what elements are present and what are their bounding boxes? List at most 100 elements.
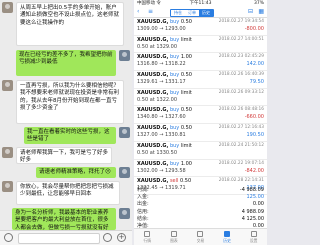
contact-avatar[interactable] <box>2 80 13 91</box>
quotes-icon <box>144 231 151 237</box>
deal-side: buy <box>169 160 180 167</box>
deal-price: 1309.00 → 1293.00 <box>137 26 186 32</box>
deal-price: 1327.00 → 1330.81 <box>137 132 186 139</box>
deal-row[interactable]: XAUUSD.G, buy 1.00 1302.00 → 1293.58 2018.… <box>134 160 267 178</box>
deal-row[interactable]: XAUUSD.G, buy 0.50 1309.00 → 1293.00 2018.… <box>134 18 267 36</box>
deal-profit: -842.00 <box>244 167 264 174</box>
deal-symbol: XAUUSD.G, buy 0.50 <box>137 107 192 113</box>
summary-row: 结余: 4 125.00 <box>134 216 267 223</box>
deal-row[interactable]: XAUUSD.G, buy limit 0.50 at 1329.00 2018.0… <box>134 36 267 54</box>
symbol-name: XAUUSD.G, <box>137 54 169 61</box>
chat-message-row: 从周五早上把出0.5手的多单开始，账户通知止损做空也不设止损点位，这老师就要这么… <box>0 2 132 46</box>
deal-lots: limit <box>180 36 192 43</box>
deal-price: 1316.80 → 1318.22 <box>137 61 186 68</box>
contact-avatar[interactable] <box>2 2 13 13</box>
deal-symbol: XAUUSD.G, sell 0.50 <box>137 178 191 184</box>
segment-0[interactable]: 持仓 <box>171 10 185 16</box>
tab-trade[interactable]: 交易 <box>187 229 214 245</box>
segment-2[interactable]: 历史 <box>199 10 213 16</box>
tab-settings[interactable]: 设置 <box>240 229 267 245</box>
deal-price: 0.50 at 1329.00 <box>137 43 178 50</box>
deal-row[interactable]: XAUUSD.G, buy 0.50 1327.00 → 1330.81 2018.… <box>134 124 267 142</box>
deal-lots: 0.50 <box>180 125 192 132</box>
chat-input-bar: + <box>0 230 132 245</box>
nav-bar: ‹ ≡ 持仓 订单 历史 ⊟ ▦ <box>134 7 267 18</box>
calendar-icon[interactable]: ▦ <box>258 8 264 16</box>
deal-date: 2018.02.27 14:00:51 <box>218 36 264 42</box>
deal-side: sell <box>169 178 179 185</box>
tab-quotes[interactable]: 行情 <box>134 229 161 245</box>
deal-symbol: XAUUSD.G, buy limit <box>137 143 192 149</box>
deal-symbol: XAUUSD.G, buy 1.00 <box>137 161 192 167</box>
summary-value: -4 988.09 <box>239 187 264 193</box>
tab-chart[interactable]: 图表 <box>161 229 188 245</box>
symbol-name: XAUUSD.G, <box>137 125 169 132</box>
deal-row[interactable]: XAUUSD.G, buy 0.50 1329.61 → 1331.17 2018.… <box>134 71 267 89</box>
deal-date: 2018.02.26 09:33:12 <box>218 89 264 95</box>
deal-symbol: XAUUSD.G, buy 0.50 <box>137 72 192 78</box>
trade-icon <box>197 231 204 237</box>
chat-message-row: 现在已经亏的差不多了，我希望把你前亏损减少到最低 <box>0 50 132 76</box>
deal-profit: 79.50 <box>249 79 264 86</box>
chart-icon <box>170 231 177 237</box>
deal-lots: 0.50 <box>180 72 192 79</box>
menu-icon[interactable]: ≡ <box>148 8 153 16</box>
voice-icon[interactable] <box>4 233 13 242</box>
received-message-bubble: 一直再亏损，所以我为什么要相信他呢？我不想要来老师就说现在投资是非常有利的，我从… <box>16 80 124 124</box>
symbol-name: XAUUSD.G, <box>137 36 169 43</box>
deal-side: buy <box>169 142 180 149</box>
deal-row[interactable]: XAUUSD.G, buy 1.00 1316.80 → 1318.22 2018.… <box>134 53 267 72</box>
summary-label: 信用: <box>137 208 149 215</box>
deal-price: 1340.80 → 1327.60 <box>137 114 186 121</box>
deal-date: 2018.02.23 02:45:29 <box>218 54 264 60</box>
symbol-name: XAUUSD.G, <box>137 178 169 185</box>
filter-icon[interactable]: ⊟ <box>248 8 253 16</box>
summary-row: 信用: 4 988.09 <box>134 209 267 216</box>
symbol-name: XAUUSD.G, <box>137 89 169 96</box>
deal-price: 1329.61 → 1331.17 <box>137 79 186 86</box>
deal-row[interactable]: XAUUSD.G, buy limit 0.50 at 1330.50 2018.0… <box>134 142 267 160</box>
plus-icon[interactable]: + <box>117 233 126 242</box>
sent-message-bubble: 请速老师精准策略，拜托了😣 <box>36 167 116 178</box>
deal-row[interactable]: XAUUSD.G, buy limit 0.50 at 1322.00 2018.0… <box>134 89 267 107</box>
back-icon[interactable]: ‹ <box>137 8 139 16</box>
account-summary: 利润: -4 988.09 入金: 125.00 出金: 0.00 信用: 4 988.09 结… <box>134 187 267 230</box>
received-message-bubble: 你放心，我会尽量帮你把把您把亏损减少到最低，让您能够早日回本 <box>16 181 120 205</box>
deal-symbol: XAUUSD.G, buy limit <box>137 37 192 43</box>
tab-label: 交易 <box>196 238 205 243</box>
status-bar: 中国移动 令 下午11:43 37% <box>134 0 267 7</box>
emoji-icon[interactable] <box>103 233 112 242</box>
segment-1[interactable]: 订单 <box>185 10 199 16</box>
deal-lots: 1.00 <box>180 160 192 167</box>
tab-label: 设置 <box>249 238 258 243</box>
deal-date: 2018.02.22 19:07:14 <box>218 160 264 166</box>
deal-lots: 0.50 <box>180 178 192 185</box>
summary-value: 0.00 <box>252 201 264 208</box>
deal-profit: -800.00 <box>244 26 264 32</box>
battery-level: 37% <box>253 1 264 6</box>
settings-icon <box>250 231 257 237</box>
deal-date: 2018.02.24 21:50:12 <box>218 142 264 148</box>
my-avatar[interactable] <box>119 167 130 178</box>
deal-row[interactable]: XAUUSD.G, buy 0.50 1340.80 → 1327.60 2018.… <box>134 106 267 125</box>
my-avatar[interactable] <box>119 127 130 138</box>
deal-symbol: XAUUSD.G, buy limit <box>137 90 192 96</box>
deal-side: buy <box>169 19 180 25</box>
deal-date: 2018.02.27 19:34:54 <box>218 19 264 24</box>
contact-avatar[interactable] <box>2 181 13 192</box>
contact-avatar[interactable] <box>2 147 13 158</box>
chat-message-row: 我一直在看着实时的这些亏损，这些是错了 <box>0 127 132 144</box>
bottom-tab-bar: 行情 图表 交易 历史 设置 <box>134 228 267 245</box>
deal-date: 2018.02.26 08:48:16 <box>218 107 264 113</box>
deal-side: buy <box>169 54 180 61</box>
sent-message-bubble: 现在已经亏的差不多了，我希望把你前亏损减少到最低 <box>16 50 116 76</box>
deal-lots: 0.50 <box>180 107 192 114</box>
chat-message-row: 请老师帮我算一下，我可是亏了好多好多 <box>0 147 132 164</box>
message-input[interactable] <box>18 233 100 244</box>
tab-history[interactable]: 历史 <box>214 229 241 245</box>
summary-label: 出金: <box>137 201 149 208</box>
summary-row: 入金: 125.00 <box>134 194 267 201</box>
my-avatar[interactable] <box>119 208 130 219</box>
deal-price: 0.50 at 1330.50 <box>137 149 178 156</box>
my-avatar[interactable] <box>119 50 130 61</box>
